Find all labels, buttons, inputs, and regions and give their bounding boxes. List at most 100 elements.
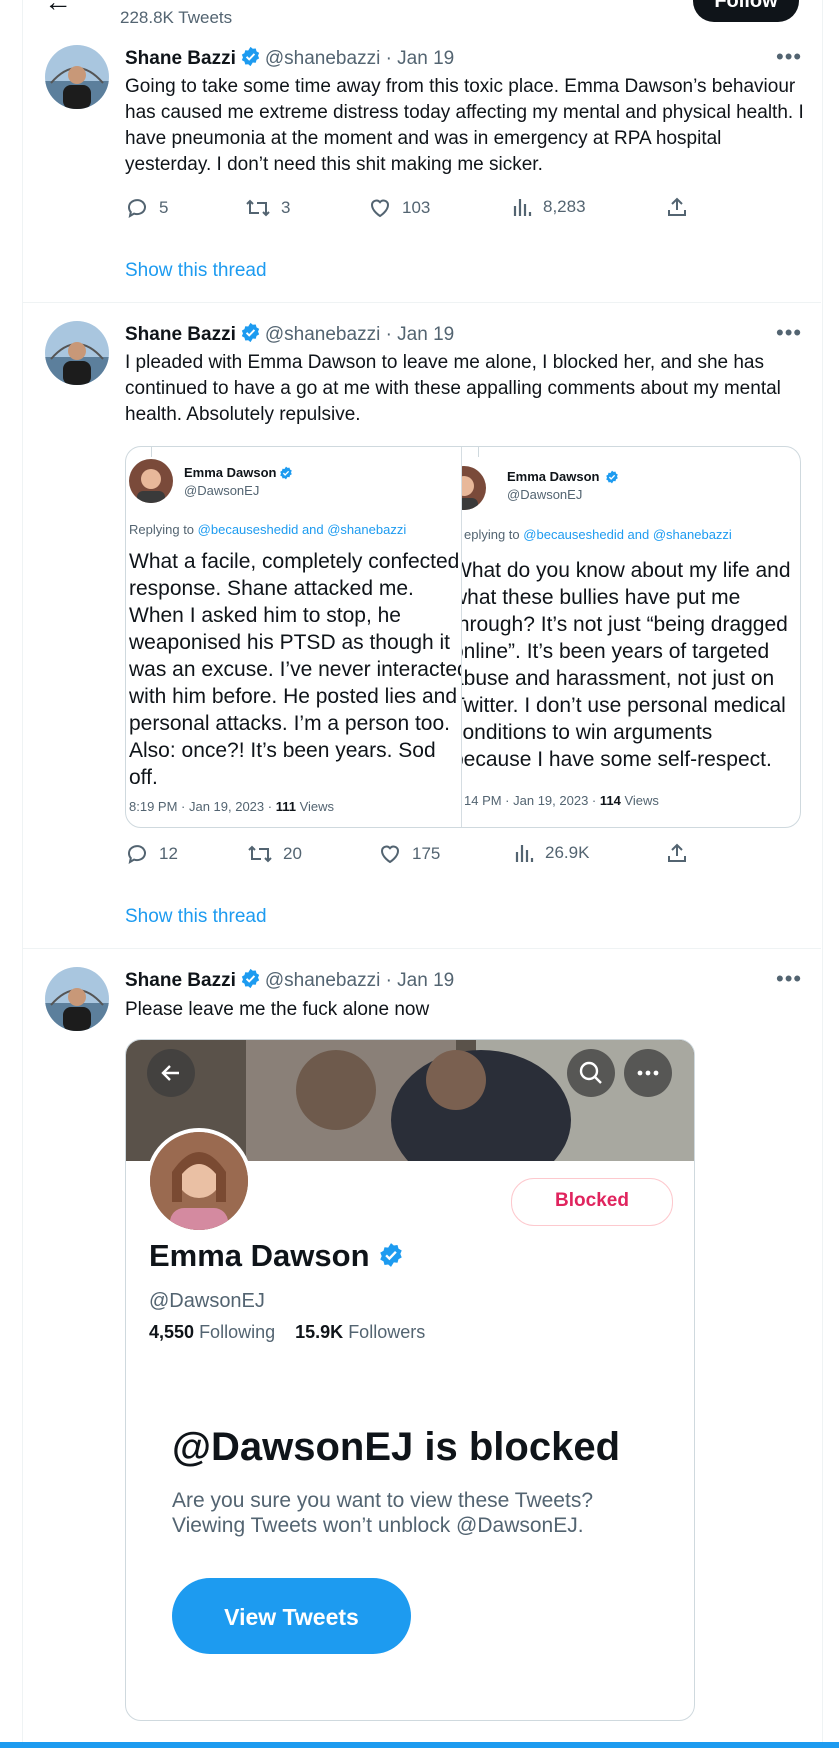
reply-button[interactable]: 12 <box>125 842 178 866</box>
blocked-button[interactable]: Blocked <box>511 1178 673 1226</box>
tweet-header: Shane Bazzi @shanebazzi · Jan 19 <box>125 968 454 995</box>
replying-to-prefix: eplying to <box>464 527 520 542</box>
views-icon <box>513 199 532 216</box>
bottom-accent-bar <box>0 1742 839 1748</box>
views-icon <box>515 845 534 862</box>
tweet-header: Shane Bazzi @shanebazzi · Jan 19 <box>125 46 454 73</box>
quote-meta: 14 PM · Jan 19, 2023 · 114 Views <box>464 793 659 808</box>
retweet-button[interactable]: 20 <box>247 842 302 866</box>
tweet-date[interactable]: · Jan 19 <box>386 48 455 69</box>
tweet-date[interactable]: · Jan 19 <box>386 324 455 345</box>
heart-icon <box>380 845 400 864</box>
author-name[interactable]: Shane Bazzi <box>125 324 236 345</box>
verified-badge-icon <box>378 1240 404 1276</box>
like-count: 103 <box>402 198 431 217</box>
share-button[interactable] <box>666 842 688 864</box>
replying-to: eplying to @becauseshedid and @shanebazz… <box>464 527 732 542</box>
quote-time: 14 PM · Jan 19, 2023 · <box>464 793 597 808</box>
views-count: 8,283 <box>543 197 586 216</box>
retweet-button[interactable]: 3 <box>245 196 290 220</box>
following-count: 4,550 <box>149 1322 195 1342</box>
quote-author-name: Emma Dawson <box>184 465 277 480</box>
author-name[interactable]: Shane Bazzi <box>125 48 236 69</box>
avatar[interactable] <box>45 321 109 385</box>
search-button[interactable] <box>567 1049 615 1097</box>
replying-to-handles: @becauseshedid and @shanebazzi <box>523 527 732 542</box>
quote-avatar <box>129 459 173 503</box>
like-count: 175 <box>412 844 441 863</box>
author-handle[interactable]: @shanebazzi <box>265 324 380 345</box>
quote-panel-right: Emma Dawson @DawsonEJ eplying to @becaus… <box>462 447 800 827</box>
reply-button[interactable]: 5 <box>125 196 168 220</box>
heart-icon <box>370 199 390 218</box>
avatar[interactable] <box>45 45 109 109</box>
verified-badge-icon <box>279 466 293 485</box>
show-thread-link[interactable]: Show this thread <box>125 260 267 282</box>
quote-views-label: Views <box>624 793 659 808</box>
share-button[interactable] <box>666 196 688 218</box>
verified-badge-icon <box>240 46 261 73</box>
quote-author-handle: @DawsonEJ <box>184 483 260 498</box>
verified-badge-icon <box>240 968 261 995</box>
tweet-date[interactable]: · Jan 19 <box>386 970 455 991</box>
tweet-text: Please leave me the fuck alone now <box>125 999 430 1020</box>
tweet-text: I pleaded with Emma Dawson to leave me a… <box>125 352 781 425</box>
quote-time: 8:19 PM · Jan 19, 2023 · <box>129 799 273 814</box>
more-options-icon[interactable]: ••• <box>776 320 802 346</box>
views-count: 26.9K <box>545 843 590 862</box>
more-options-icon[interactable]: ••• <box>776 44 802 70</box>
arrow-left-icon <box>161 1065 179 1081</box>
replying-to-prefix: Replying to <box>129 522 195 537</box>
quote-text: What a facile, completely confected resp… <box>129 550 461 789</box>
quote-author-handle: @DawsonEJ <box>507 487 583 502</box>
like-button[interactable]: 175 <box>378 842 440 866</box>
follow-button[interactable]: Follow <box>693 0 799 22</box>
profile-avatar[interactable] <box>146 1128 252 1234</box>
quote-views-label: Views <box>299 799 335 814</box>
quote-text: What do you know about my life and what … <box>462 559 791 771</box>
followers-link[interactable]: 15.9K Followers <box>295 1322 425 1342</box>
show-thread-link[interactable]: Show this thread <box>125 906 267 928</box>
more-icon <box>637 1070 659 1076</box>
more-options-icon[interactable]: ••• <box>776 966 802 992</box>
avatar[interactable] <box>45 967 109 1031</box>
profile-handle: @DawsonEJ <box>149 1290 265 1312</box>
following-link[interactable]: 4,550 Following <box>149 1322 275 1342</box>
retweet-icon <box>246 199 270 217</box>
reply-count: 12 <box>159 844 178 863</box>
attached-image[interactable]: Blocked Emma Dawson @DawsonEJ 4,550 Foll… <box>125 1039 695 1721</box>
author-name[interactable]: Shane Bazzi <box>125 970 236 991</box>
back-button[interactable] <box>147 1049 195 1097</box>
search-icon <box>579 1061 602 1084</box>
quote-views-count: 114 <box>599 793 621 808</box>
divider <box>22 948 821 949</box>
followers-count: 15.9K <box>295 1322 344 1342</box>
more-button[interactable] <box>624 1049 672 1097</box>
blocked-subtitle: Are you sure you want to view these Twee… <box>172 1489 594 1537</box>
attached-image[interactable]: Emma Dawson @DawsonEJ Replying to @becau… <box>125 446 801 828</box>
divider <box>22 302 821 303</box>
tweet-count: 228.8K Tweets <box>120 8 233 27</box>
views-button[interactable]: 26.9K <box>513 842 589 864</box>
quote-views-count: 111 <box>275 799 296 814</box>
profile-name-text: Emma Dawson <box>149 1238 370 1273</box>
author-handle[interactable]: @shanebazzi <box>265 48 380 69</box>
retweet-icon <box>248 845 272 863</box>
view-tweets-button[interactable]: View Tweets <box>172 1578 411 1654</box>
like-button[interactable]: 103 <box>368 196 430 220</box>
quote-avatar <box>462 466 486 510</box>
verified-badge-icon <box>240 322 261 349</box>
blocked-title: @DawsonEJ is blocked <box>172 1425 621 1469</box>
author-handle[interactable]: @shanebazzi <box>265 970 380 991</box>
share-icon <box>668 197 686 216</box>
tweet-text: Going to take some time away from this t… <box>125 76 804 175</box>
reply-icon <box>128 845 146 865</box>
quote-meta: 8:19 PM · Jan 19, 2023 · 111 Views <box>129 799 334 814</box>
profile-name: Emma Dawson <box>149 1238 404 1276</box>
views-button[interactable]: 8,283 <box>511 196 586 218</box>
replying-to: Replying to @becauseshedid and @shanebaz… <box>129 522 406 537</box>
tweet-header: Shane Bazzi @shanebazzi · Jan 19 <box>125 322 454 349</box>
verified-badge-icon <box>605 470 619 489</box>
back-arrow-icon[interactable]: ← <box>44 0 72 16</box>
following-label: Following <box>199 1322 276 1342</box>
